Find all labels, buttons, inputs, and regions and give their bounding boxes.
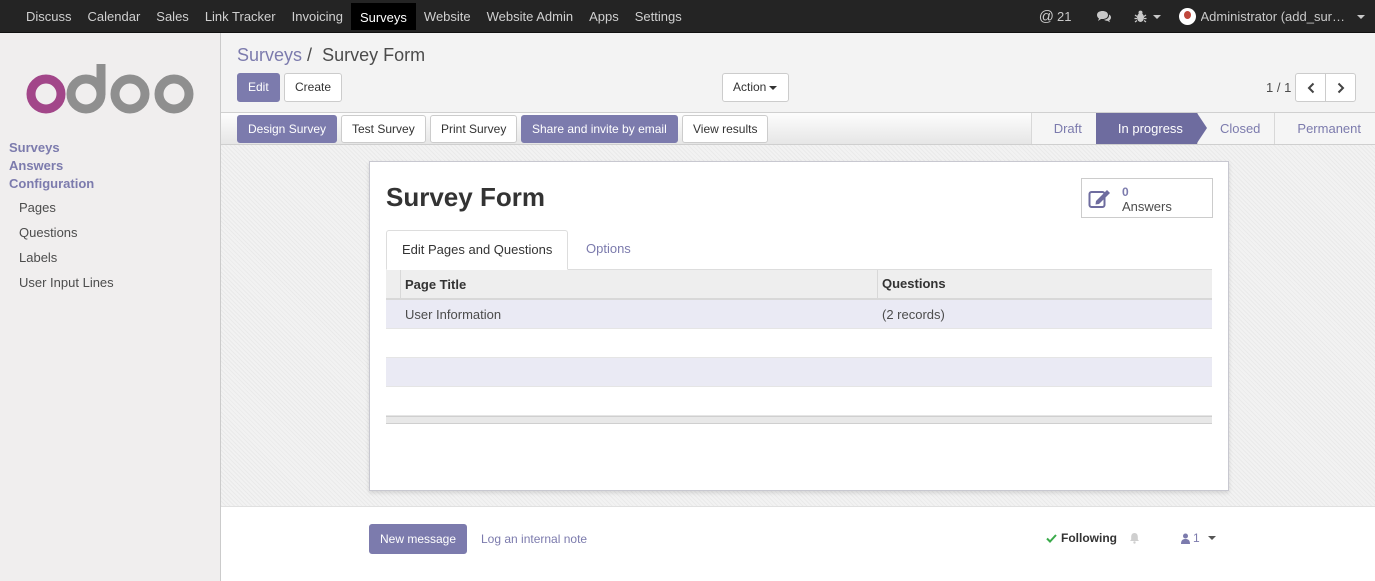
action-dropdown[interactable]: Action (722, 73, 789, 102)
cell-questions: (2 records) (882, 307, 945, 322)
menu-website-admin[interactable]: Website Admin (479, 0, 581, 33)
followers-count: 1 (1193, 531, 1200, 545)
pager-value[interactable]: 1 / 1 (1266, 80, 1291, 95)
view-results-button[interactable]: View results (682, 115, 769, 143)
new-message-button[interactable]: New message (369, 524, 468, 554)
stage-selector: Draft In progress Closed Permanent (1030, 113, 1375, 144)
systray: @ 21 Administrator (add_sur… (1039, 0, 1375, 33)
bug-icon (1134, 10, 1146, 23)
menu-surveys[interactable]: Surveys (350, 3, 416, 30)
table-row-empty (386, 358, 1212, 387)
edit-icon (1088, 190, 1110, 208)
menu-settings[interactable]: Settings (627, 0, 690, 33)
breadcrumb-current: Survey Form (322, 45, 426, 65)
menu-invoicing[interactable]: Invoicing (284, 0, 351, 33)
check-icon (1046, 533, 1057, 543)
survey-title[interactable]: Survey Form (386, 182, 545, 213)
chatter: New message Log an internal note Followi… (221, 507, 1375, 581)
menu-discuss[interactable]: Discuss (18, 0, 80, 33)
sidebar-item-labels[interactable]: Labels (19, 250, 57, 265)
comments-icon (1096, 11, 1111, 23)
chevron-down-icon (1152, 14, 1161, 19)
control-panel: Surveys / Survey Form Edit Create Action… (221, 33, 1375, 113)
form-sheet: Survey Form 0 Answers Edit Pages and Que… (369, 161, 1229, 491)
sidebar-section-surveys[interactable]: Surveys (9, 140, 60, 155)
table-row[interactable]: User Information (2 records) (386, 300, 1212, 329)
answers-label: Answers (1122, 199, 1172, 214)
breadcrumb-parent[interactable]: Surveys (237, 45, 302, 65)
breadcrumb: Surveys / Survey Form (237, 45, 425, 66)
following-label: Following (1061, 531, 1117, 545)
odoo-logo (26, 64, 194, 114)
following-button[interactable]: Following (1046, 531, 1140, 545)
chevron-left-icon (1307, 82, 1314, 93)
tab-options[interactable]: Options (571, 230, 646, 270)
chevron-right-icon (1337, 82, 1344, 93)
app-menu: Discuss Calendar Sales Link Tracker Invo… (18, 0, 690, 33)
cell-page-title: User Information (405, 307, 502, 322)
create-button[interactable]: Create (284, 73, 343, 102)
log-note-link[interactable]: Log an internal note (481, 532, 587, 546)
stage-draft[interactable]: Draft (1030, 113, 1096, 144)
sidebar-item-pages[interactable]: Pages (19, 200, 56, 215)
sidebar-item-user-input-lines[interactable]: User Input Lines (19, 275, 114, 290)
user-icon (1181, 533, 1190, 544)
pages-table: Page Title Questions User Information (2… (386, 270, 1212, 424)
sidebar-item-questions[interactable]: Questions (19, 225, 78, 240)
table-header: Page Title Questions (386, 270, 1212, 300)
share-invite-button[interactable]: Share and invite by email (521, 115, 678, 143)
at-icon: @ (1038, 8, 1055, 25)
main-navbar: Discuss Calendar Sales Link Tracker Invo… (0, 0, 1375, 33)
table-row-empty (386, 387, 1212, 416)
avatar (1178, 8, 1196, 25)
menu-apps[interactable]: Apps (581, 0, 627, 33)
mentions-count: 21 (1057, 9, 1072, 24)
chat-button[interactable] (1096, 10, 1112, 23)
sidebar-section-configuration[interactable]: Configuration (9, 176, 94, 191)
stage-in-progress[interactable]: In progress (1095, 113, 1207, 144)
chevron-down-icon (1357, 14, 1365, 19)
test-survey-button[interactable]: Test Survey (341, 115, 426, 143)
user-menu[interactable]: Administrator (add_sur… (1178, 8, 1365, 25)
stage-permanent[interactable]: Permanent (1274, 113, 1375, 144)
row-handle-column (386, 270, 401, 298)
form-statusbar: Design Survey Test Survey Print Survey S… (221, 113, 1375, 145)
pager-next-button[interactable] (1325, 73, 1356, 102)
column-questions[interactable]: Questions (877, 270, 946, 298)
breadcrumb-separator: / (307, 45, 313, 65)
print-survey-button[interactable]: Print Survey (430, 115, 518, 143)
chevron-down-icon (1207, 536, 1216, 540)
menu-link-tracker[interactable]: Link Tracker (197, 0, 284, 33)
sidebar-section-answers[interactable]: Answers (9, 158, 63, 173)
form-view: Survey Form 0 Answers Edit Pages and Que… (221, 145, 1375, 507)
debug-menu-button[interactable] (1134, 10, 1161, 23)
mentions-button[interactable]: @ 21 (1039, 8, 1072, 25)
menu-calendar[interactable]: Calendar (80, 0, 149, 33)
tab-edit-pages-questions[interactable]: Edit Pages and Questions (386, 230, 569, 270)
table-row-empty (386, 329, 1212, 358)
user-name: Administrator (add_sur… (1200, 9, 1346, 24)
pager-previous-button[interactable] (1295, 73, 1326, 102)
answers-stat-button[interactable]: 0 Answers (1081, 178, 1213, 218)
menu-sales[interactable]: Sales (148, 0, 197, 33)
chevron-down-icon (769, 85, 778, 90)
edit-button[interactable]: Edit (237, 73, 280, 102)
sidebar: Surveys Answers Configuration Pages Ques… (0, 33, 221, 581)
design-survey-button[interactable]: Design Survey (237, 115, 338, 143)
column-page-title[interactable]: Page Title (405, 277, 466, 292)
table-footer (386, 416, 1212, 424)
answers-count: 0 (1122, 185, 1129, 199)
menu-website[interactable]: Website (416, 0, 479, 33)
action-label: Action (733, 80, 767, 94)
stage-closed[interactable]: Closed (1196, 113, 1275, 144)
bell-icon[interactable] (1129, 532, 1140, 544)
followers-dropdown[interactable]: 1 (1181, 531, 1216, 545)
